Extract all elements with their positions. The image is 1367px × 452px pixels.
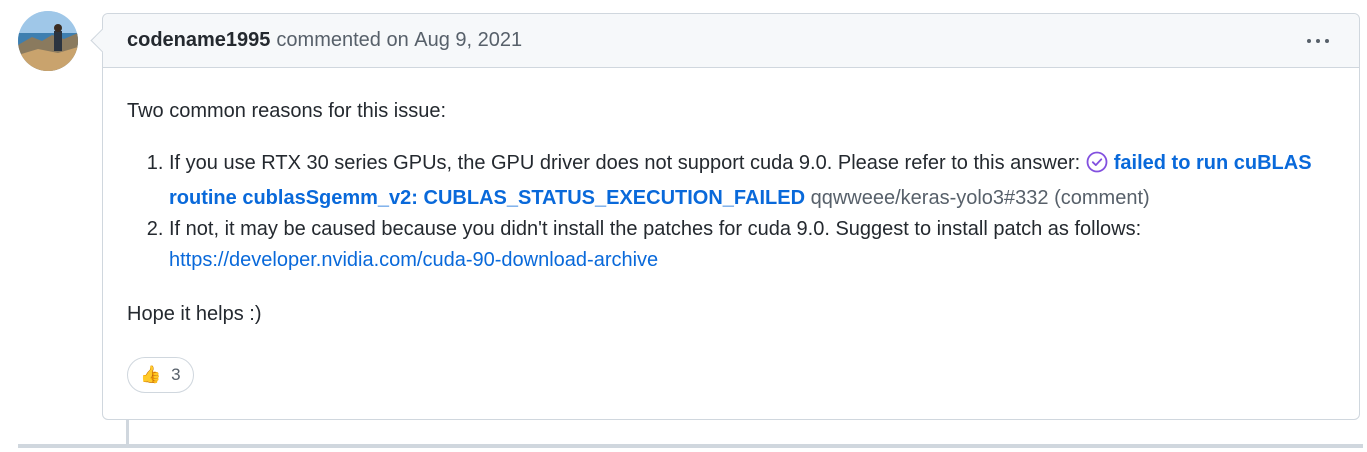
reasons-list: If you use RTX 30 series GPUs, the GPU d… bbox=[127, 148, 1335, 276]
thumbs-up-reaction-button[interactable]: 👍 3 bbox=[127, 357, 194, 393]
list-item: If not, it may be caused because you did… bbox=[169, 214, 1335, 276]
issue-reference-repo[interactable]: qqwweee/keras-yolo3#332 (comment) bbox=[811, 187, 1150, 209]
avatar-photo-icon bbox=[18, 11, 78, 71]
comment-date[interactable]: Aug 9, 2021 bbox=[414, 29, 522, 52]
comment-intro: Two common reasons for this issue: bbox=[127, 100, 447, 122]
reaction-count: 3 bbox=[171, 365, 181, 384]
comment-body: Two common reasons for this issue: If yo… bbox=[103, 68, 1359, 330]
list-item-text: If you use RTX 30 series GPUs, the GPU d… bbox=[169, 152, 1081, 174]
reactions-bar: 👍 3 bbox=[127, 357, 194, 393]
comment-box: codename1995 commented on Aug 9, 2021 Tw… bbox=[90, 13, 1360, 420]
comment-outro: Hope it helps :) bbox=[127, 303, 262, 325]
thumbs-up-icon: 👍 bbox=[140, 365, 162, 384]
list-item-text: If not, it may be caused because you did… bbox=[169, 218, 1142, 240]
comment-action: commented on bbox=[276, 29, 409, 51]
timeline-line bbox=[126, 420, 129, 444]
comment-header: codename1995 commented on Aug 9, 2021 bbox=[103, 14, 1359, 68]
list-item: If you use RTX 30 series GPUs, the GPU d… bbox=[169, 148, 1335, 214]
kebab-menu-icon[interactable] bbox=[1303, 29, 1333, 53]
download-archive-link[interactable]: https://developer.nvidia.com/cuda-90-dow… bbox=[169, 249, 658, 271]
comment-author-link[interactable]: codename1995 bbox=[127, 29, 270, 52]
avatar[interactable] bbox=[18, 11, 78, 71]
timeline-divider bbox=[18, 444, 1363, 448]
closed-check-circle-icon bbox=[1086, 151, 1108, 183]
